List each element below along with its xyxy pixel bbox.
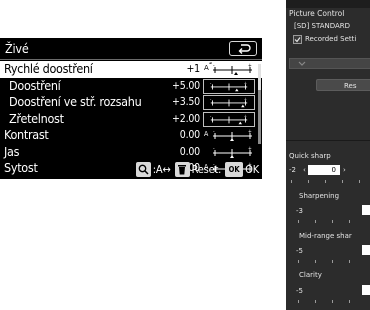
clarity-value-field[interactable]: [362, 285, 370, 295]
menu-rows: Rychlé doostření +1 A - + Doostření +5.00…: [0, 61, 262, 177]
quick-sharp-min: -2: [289, 166, 296, 174]
row-value: +2.00: [172, 112, 200, 125]
profile-label: [SD] STANDARD: [294, 22, 351, 30]
clarity-ticks: [296, 300, 370, 304]
row-value: 0.00: [179, 129, 200, 141]
recorded-settings-label: Recorded Setti: [305, 35, 357, 43]
row-label: Kontrast: [4, 127, 49, 142]
ok-button-icon: OK: [225, 162, 244, 177]
level-indicator: A - +: [204, 129, 252, 141]
midrange-ticks: [296, 260, 370, 264]
settings-dropdown[interactable]: [289, 58, 370, 69]
midrange-label: Mid-range shar: [299, 232, 352, 240]
zoom-hint: :A↔: [135, 162, 171, 177]
level-indicator: - +: [203, 95, 255, 110]
row-value: 0.00: [179, 145, 200, 158]
panel-top-strip: [286, 0, 370, 8]
camera-menu: Živé Rychlé doostření +1 A -+ Doostření: [0, 38, 262, 179]
menu-footer: :A↔ Reset. OK OK: [0, 161, 262, 179]
row-value: +3.50: [172, 96, 200, 108]
quick-sharp-label: Quick sharp: [289, 152, 331, 160]
row-value: +1: [186, 63, 200, 75]
reset-hint-label: Reset.: [191, 163, 222, 176]
svg-text:+: +: [244, 113, 247, 119]
ok-hint[interactable]: OK OK: [225, 162, 259, 177]
row-label: Zřetelnost: [9, 110, 64, 126]
menu-title: Živé: [5, 41, 29, 56]
quick-sharp-value: 0: [331, 166, 336, 174]
midrange-min: -5: [296, 247, 303, 255]
trash-icon: [174, 162, 190, 177]
recorded-settings-checkbox[interactable]: [293, 35, 302, 44]
row-value: +5.00: [172, 79, 200, 92]
reset-button-label: Res: [344, 82, 357, 90]
ok-hint-label: OK: [245, 163, 259, 176]
clarity-min: -5: [296, 287, 303, 295]
scrollbar-thumb[interactable]: [258, 64, 261, 90]
sharpening-ticks: [296, 220, 370, 224]
svg-text:+: +: [244, 96, 247, 102]
svg-text:-: -: [210, 81, 212, 86]
quick-sharp-value-field[interactable]: 0: [308, 165, 340, 175]
menu-row-contrast[interactable]: Kontrast 0.00 A - +: [0, 127, 262, 144]
svg-text:+: +: [248, 63, 252, 69]
sharpening-min: -3: [296, 207, 303, 215]
level-indicator: - +: [203, 78, 255, 94]
midrange-value-field[interactable]: [362, 245, 370, 255]
row-label: Rychlé doostření: [4, 61, 93, 76]
svg-text:-: -: [210, 114, 212, 119]
zoom-icon: [135, 162, 151, 177]
svg-text:+: +: [248, 129, 252, 135]
menu-row-brightness[interactable]: Jas 0.00 - +: [0, 144, 262, 161]
return-arrow-icon: [238, 44, 251, 54]
quick-sharp-ticks: [289, 180, 369, 184]
row-label: Doostření ve stř. rozsahu: [9, 94, 142, 109]
svg-text:A: A: [204, 64, 209, 72]
chevron-right-icon[interactable]: ›: [343, 166, 346, 174]
picture-control-panel: Picture Control [SD] STANDARD Recorded S…: [286, 0, 370, 310]
checkmark-icon: [294, 37, 301, 43]
svg-text:+: +: [248, 146, 252, 152]
sharpening-value-field[interactable]: [362, 205, 370, 215]
back-button[interactable]: [229, 41, 257, 56]
level-indicator: - +: [203, 111, 255, 127]
row-label: Doostření: [9, 77, 61, 93]
row-label: Jas: [4, 143, 20, 159]
level-indicator: A - +: [203, 62, 255, 77]
panel-divider: [286, 140, 370, 141]
reset-hint[interactable]: Reset.: [174, 162, 222, 177]
chevron-left-icon[interactable]: ‹: [303, 166, 306, 174]
menu-row-midrange-sharpening[interactable]: Doostření ve stř. rozsahu +3.50 - +: [0, 94, 262, 111]
panel-heading: Picture Control: [289, 9, 345, 18]
menu-header: Živé: [0, 38, 262, 60]
zoom-hint-label: :A↔: [152, 163, 171, 176]
svg-text:-: -: [210, 97, 212, 102]
sharpening-label: Sharpening: [299, 192, 340, 200]
svg-text:A: A: [204, 130, 209, 138]
level-indicator: - +: [213, 146, 252, 158]
menu-row-sharpening[interactable]: Doostření +5.00 - +: [0, 78, 262, 95]
menu-row-clarity[interactable]: Zřetelnost +2.00 - +: [0, 111, 262, 128]
reset-button[interactable]: Res: [316, 79, 370, 91]
menu-row-quick-sharp[interactable]: Rychlé doostření +1 A - +: [0, 61, 262, 78]
chevron-down-icon: [298, 61, 306, 66]
clarity-label: Clarity: [299, 271, 322, 279]
svg-text:+: +: [244, 80, 247, 86]
